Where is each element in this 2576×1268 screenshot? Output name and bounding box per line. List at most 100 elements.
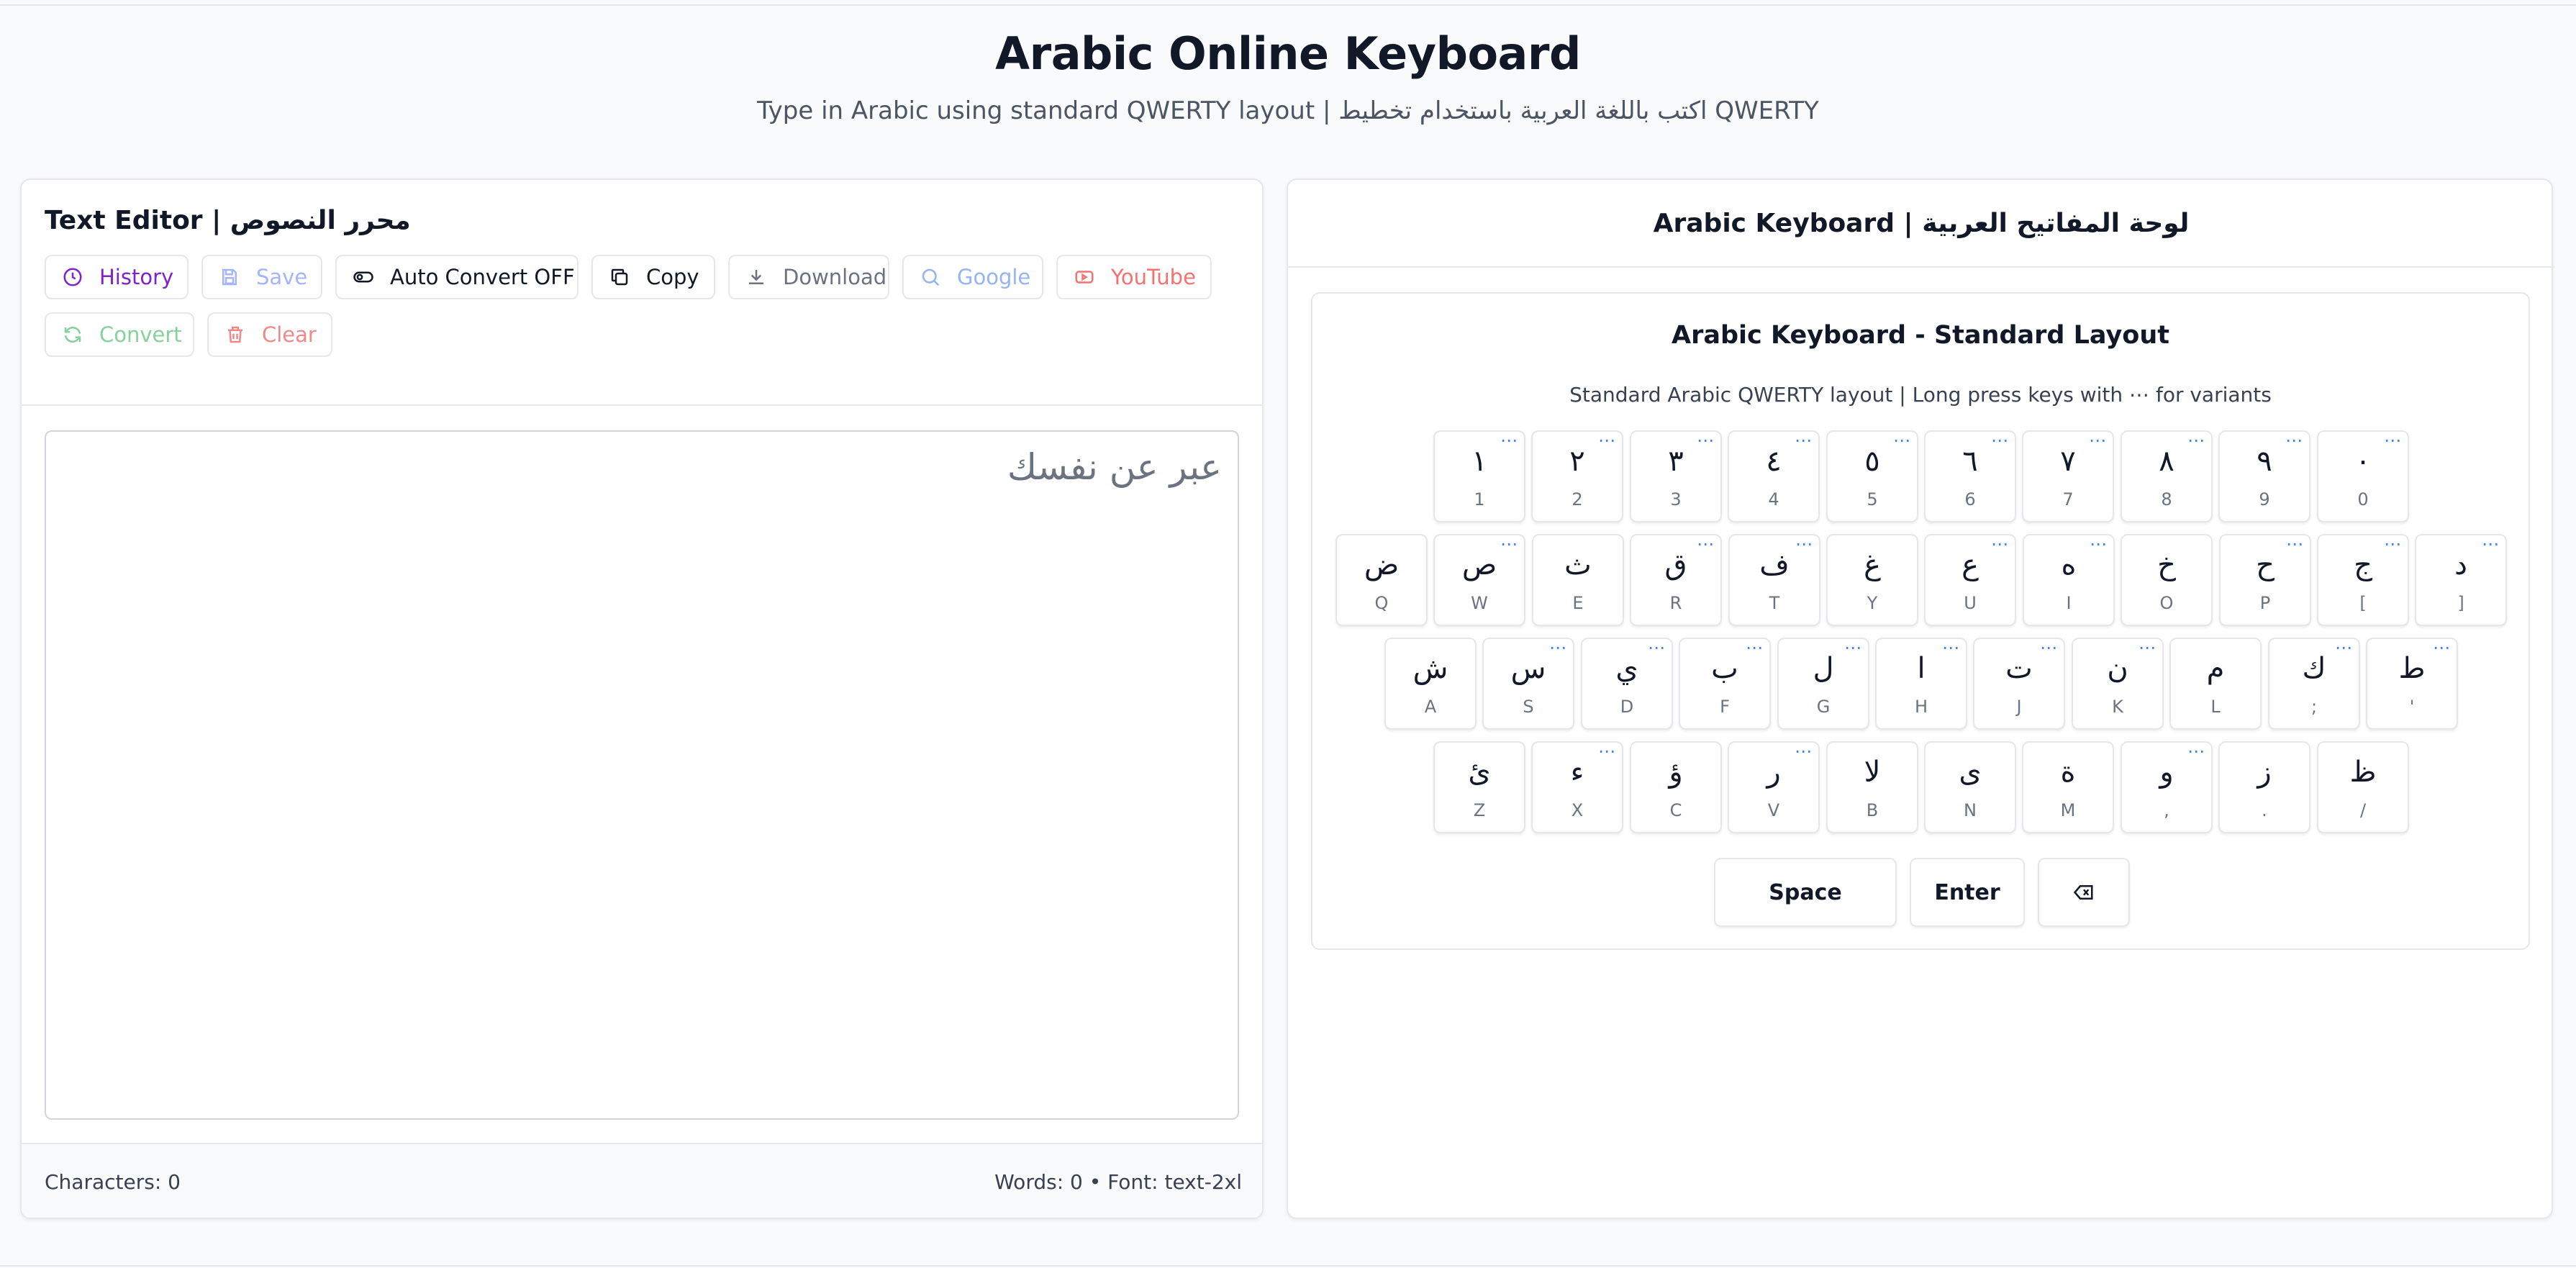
key-2-2[interactable]: ي D ⋯: [1581, 638, 1673, 730]
key-1-8[interactable]: خO: [2121, 534, 2213, 626]
key-3-0[interactable]: ئZ: [1433, 741, 1525, 833]
key-arabic-char: لا: [1864, 756, 1881, 789]
page-subtitle: Type in Arabic using standard QWERTY lay…: [757, 96, 1819, 125]
variants-indicator: ⋯: [1697, 534, 1715, 554]
key-2-10[interactable]: ط ' ⋯: [2366, 638, 2458, 730]
key-arabic-char: غ: [1864, 548, 1881, 581]
key-2-4[interactable]: ل G ⋯: [1777, 638, 1869, 730]
key-latin-char: Z: [1473, 800, 1486, 820]
key-2-9[interactable]: ك; ⋯: [2268, 638, 2360, 730]
key-1-11[interactable]: د] ⋯: [2415, 534, 2507, 626]
key-1-0[interactable]: ضQ: [1335, 534, 1428, 626]
key-2-8[interactable]: مL: [2169, 638, 2262, 730]
word-count-font: Words: 0 • Font: text-2xl: [994, 1170, 1242, 1194]
variants-indicator: ⋯: [1991, 430, 2009, 450]
key-3-1[interactable]: ء X ⋯: [1531, 741, 1623, 833]
key-arabic-char: ى: [1959, 756, 1982, 789]
key-1-6[interactable]: ع U ⋯: [1924, 534, 2016, 626]
key-latin-char: U: [1964, 593, 1977, 613]
key-latin-char: ]: [2457, 593, 2464, 613]
key-2-0[interactable]: شA: [1384, 638, 1477, 730]
convert-button[interactable]: Convert: [45, 312, 194, 357]
key-1-10[interactable]: ج[⋯: [2317, 534, 2409, 626]
keyboard-title: Arabic Keyboard - Standard Layout: [1672, 321, 2169, 350]
key-0-5[interactable]: ٦ 6 ⋯: [1924, 430, 2016, 522]
key-latin-char: ,: [2164, 800, 2169, 820]
variants-indicator: ⋯: [2286, 534, 2304, 554]
key-latin-char: L: [2210, 697, 2221, 717]
key-0-6[interactable]: ٧ 7 ⋯: [2022, 430, 2114, 522]
key-1-5[interactable]: غY: [1826, 534, 1918, 626]
variants-indicator: ⋯: [2040, 638, 2058, 658]
keyboard-subtitle: Standard Arabic QWERTY layout | Long pre…: [1569, 383, 2272, 407]
key-2-6[interactable]: ت J ⋯: [1973, 638, 2065, 730]
key-3-3[interactable]: ر V ⋯: [1728, 741, 1820, 833]
editor-status-bar: Characters: 0 Words: 0 • Font: text-2xl: [22, 1143, 1262, 1218]
key-0-2[interactable]: ٣ 3 ⋯: [1630, 430, 1722, 522]
key-0-3[interactable]: ٤ 4 ⋯: [1728, 430, 1820, 522]
key-latin-char: Y: [1867, 593, 1878, 613]
key-3-4[interactable]: لا B: [1826, 741, 1918, 833]
key-1-9[interactable]: ح P ⋯: [2219, 534, 2311, 626]
auto-convert-toggle[interactable]: Auto Convert OFF: [335, 255, 579, 299]
keyboard-header-divider: [1288, 266, 2554, 268]
key-2-1[interactable]: س S ⋯: [1482, 638, 1574, 730]
key-3-2[interactable]: ؤC: [1630, 741, 1722, 833]
key-latin-char: A: [1424, 697, 1437, 717]
key-latin-char: ': [2409, 697, 2415, 717]
key-3-7[interactable]: و, ⋯: [2121, 741, 2213, 833]
top-divider: [0, 4, 2576, 6]
key-1-4[interactable]: ف T ⋯: [1728, 534, 1820, 626]
key-0-1[interactable]: ٢ 2 ⋯: [1531, 430, 1623, 522]
key-latin-char: T: [1769, 593, 1780, 613]
page-title: Arabic Online Keyboard: [995, 27, 1581, 80]
key-2-7[interactable]: ن K ⋯: [2072, 638, 2164, 730]
variants-indicator: ⋯: [1893, 430, 1911, 450]
key-0-9[interactable]: ٠ 0 ⋯: [2317, 430, 2409, 522]
key-2-3[interactable]: ب F ⋯: [1679, 638, 1771, 730]
variants-indicator: ⋯: [1795, 430, 1813, 450]
variants-indicator: ⋯: [2433, 638, 2451, 658]
key-0-7[interactable]: ٨ 8 ⋯: [2121, 430, 2213, 522]
text-input-area[interactable]: عبر عن نفسك: [45, 430, 1239, 1120]
download-icon: [749, 270, 763, 284]
key-3-9[interactable]: ظ /: [2317, 741, 2409, 833]
key-3-6[interactable]: ةM: [2022, 741, 2114, 833]
copy-button[interactable]: Copy: [591, 255, 715, 299]
variants-indicator: ⋯: [1500, 430, 1518, 450]
enter-key[interactable]: Enter: [1910, 858, 2025, 927]
download-button[interactable]: Download: [728, 255, 889, 299]
toggle-icon: [353, 271, 373, 283]
backspace-key[interactable]: [2038, 858, 2130, 927]
variants-indicator: ⋯: [1549, 638, 1567, 658]
space-key[interactable]: Space: [1714, 858, 1897, 927]
key-1-7[interactable]: ه I ⋯: [2023, 534, 2115, 626]
trash-icon: [228, 326, 242, 343]
key-latin-char: 4: [1768, 489, 1779, 510]
history-button[interactable]: History: [45, 255, 189, 299]
key-latin-char: N: [1964, 800, 1977, 820]
google-search-button[interactable]: Google: [902, 255, 1043, 299]
key-0-0[interactable]: ١ 1 ⋯: [1433, 430, 1525, 522]
key-1-3[interactable]: ق R ⋯: [1630, 534, 1722, 626]
variants-indicator: ⋯: [1795, 534, 1813, 554]
key-0-8[interactable]: ٩ 9 ⋯: [2218, 430, 2310, 522]
editor-title: Text Editor | محرر النصوص: [45, 206, 411, 235]
key-1-1[interactable]: ص W ⋯: [1433, 534, 1525, 626]
youtube-search-button[interactable]: YouTube: [1056, 255, 1212, 299]
key-arabic-char: ث: [1564, 548, 1592, 581]
key-1-2[interactable]: ثE: [1532, 534, 1624, 626]
key-latin-char: 5: [1867, 489, 1878, 510]
key-latin-char: D: [1620, 697, 1634, 717]
key-arabic-char: ؤ: [1669, 756, 1683, 789]
save-button[interactable]: Save: [201, 255, 322, 299]
toolbar-divider: [22, 404, 1262, 406]
key-2-5[interactable]: ا H ⋯: [1875, 638, 1967, 730]
variants-indicator: ⋯: [2139, 638, 2157, 658]
clear-button[interactable]: Clear: [207, 312, 332, 357]
key-3-5[interactable]: ىN: [1924, 741, 2016, 833]
key-0-4[interactable]: ٥ 5 ⋯: [1826, 430, 1918, 522]
key-3-8[interactable]: ز.: [2218, 741, 2310, 833]
key-latin-char: H: [1914, 697, 1928, 717]
key-latin-char: Q: [1374, 593, 1389, 613]
